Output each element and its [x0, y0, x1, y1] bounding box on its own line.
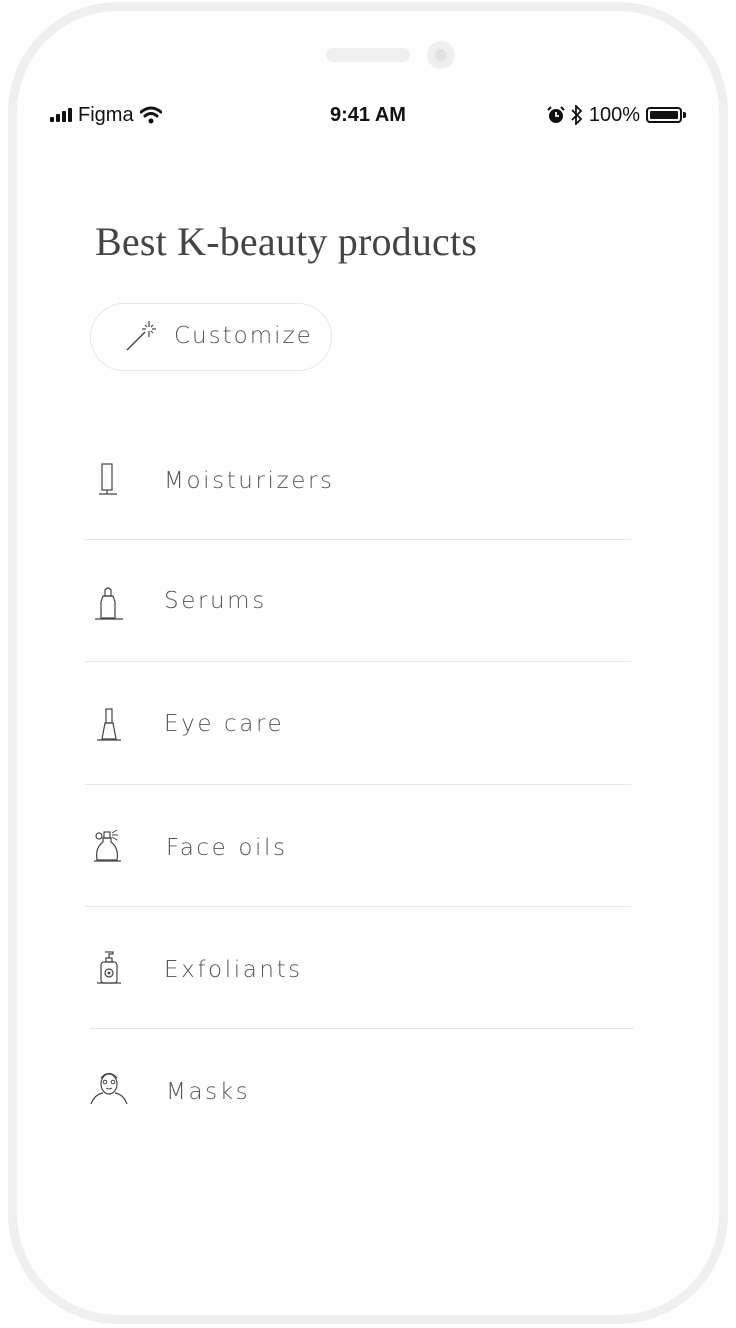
category-label: Face oils	[166, 835, 288, 861]
signal-icon	[50, 108, 72, 122]
status-bar: Figma 9:41 AM 100%	[50, 101, 686, 129]
category-label: Serums	[164, 588, 267, 614]
spray-bottle-icon	[94, 829, 121, 862]
divider	[85, 661, 631, 662]
magic-wand-icon	[126, 321, 156, 351]
speaker-slot	[326, 48, 410, 62]
category-item-exfoliants[interactable]: Exfoliants	[85, 908, 631, 1030]
alarm-icon	[547, 106, 565, 123]
battery-icon	[646, 107, 686, 123]
eye-care-bottle-icon	[97, 708, 121, 741]
category-item-serums[interactable]: Serums	[85, 542, 631, 664]
category-item-moisturizers[interactable]: Moisturizers	[85, 422, 631, 544]
serum-bottle-icon	[95, 587, 123, 620]
category-item-eye-care[interactable]: Eye care	[85, 664, 631, 786]
pump-bottle-icon	[97, 951, 121, 984]
tube-icon	[99, 463, 117, 495]
divider	[85, 906, 631, 907]
category-label: Eye care	[164, 711, 285, 737]
divider	[85, 784, 631, 785]
page-title: Best K-beauty products	[95, 219, 478, 264]
battery-percent: 100%	[588, 103, 640, 126]
bluetooth-icon	[571, 105, 583, 125]
camera-icon	[427, 41, 455, 69]
customize-label: Customize	[174, 323, 313, 349]
wifi-icon	[139, 106, 162, 124]
customize-button[interactable]: Customize	[90, 303, 332, 371]
divider	[90, 1028, 634, 1029]
status-time: 9:41 AM	[330, 104, 406, 126]
category-label: Exfoliants	[164, 957, 303, 983]
category-item-face-oils[interactable]: Face oils	[85, 786, 631, 908]
category-label: Masks	[166, 1079, 251, 1105]
carrier-name: Figma	[78, 103, 134, 126]
divider	[85, 539, 631, 540]
category-label: Moisturizers	[164, 468, 335, 494]
face-mask-icon	[90, 1072, 128, 1105]
category-item-masks[interactable]: Masks	[85, 1030, 631, 1152]
